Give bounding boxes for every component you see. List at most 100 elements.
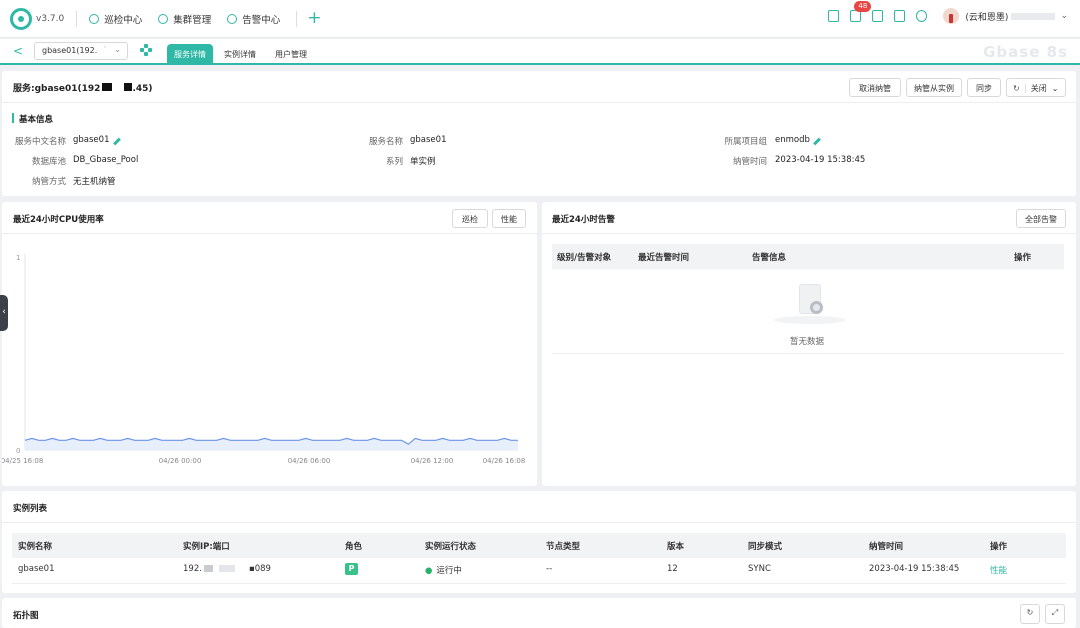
chevron-down-icon: ⌄ — [1051, 84, 1059, 93]
column-header: 操作 — [1014, 253, 1032, 263]
username[interactable]: (云和恩墨) — [965, 10, 1008, 23]
topology-panel: 拓扑图 ↻ ⤢ — [2, 598, 1076, 628]
instance-list-panel: 实例列表 实例名称 实例IP:端口 角色 实例运行状态 节点类型 版本 同步模式… — [2, 491, 1076, 593]
right-toolbar: 48 (云和恩墨) ⌄ — [817, 1, 1068, 24]
app-version: v3.7.0 — [36, 13, 65, 24]
ip-prefix: 192. — [183, 564, 202, 574]
divider — [552, 353, 1064, 354]
column-header: 最近告警时间 — [638, 253, 690, 263]
column-header: 角色 — [345, 542, 363, 552]
nav-alarm-center[interactable]: 告警中心 — [227, 12, 280, 26]
field-label: 数据库池 — [31, 157, 66, 167]
user-avatar[interactable] — [943, 8, 960, 24]
username-redacted — [1011, 12, 1056, 20]
document-icon[interactable] — [828, 10, 840, 22]
tab-service-details[interactable]: 服务详情 — [167, 44, 213, 65]
cpu-usage-panel: 最近24小时CPU使用率 巡检 性能 01 04/25 16:08 04/26 0… — [2, 202, 537, 486]
all-alarms-button[interactable]: 全部告警 — [1016, 209, 1066, 228]
field-label: 纳管时间 — [732, 157, 767, 167]
service-title: 服务:gbase01(192 .45) — [13, 81, 153, 94]
column-header: 实例名称 — [18, 542, 53, 552]
tab-instance-details[interactable]: 实例详情 — [217, 44, 263, 65]
redacted-block — [102, 83, 113, 91]
managed-time: 2023-04-19 15:38:45 — [775, 155, 866, 165]
service-title-text: 服务:gbase01(192 — [13, 84, 101, 94]
cancel-manage-button[interactable]: 取消纳管 — [849, 78, 901, 97]
close-dropdown[interactable]: ↻ 关闭 ⌄ — [1006, 78, 1066, 97]
monitor-icon[interactable] — [894, 10, 906, 22]
service-cn-name: gbase01 — [73, 135, 110, 145]
nav-label: 巡检中心 — [104, 14, 143, 26]
role-badge: P — [345, 563, 358, 575]
nav-inspection-center[interactable]: 巡检中心 — [89, 12, 142, 26]
manage-mode: 无主机纳管 — [73, 177, 116, 187]
tab-user-management[interactable]: 用户管理 — [268, 44, 314, 65]
instance-name: gbase01 — [18, 564, 55, 574]
managed-time: 2023-04-19 15:38:45 — [869, 564, 960, 574]
column-header: 告警信息 — [752, 253, 787, 263]
nav-label: 集群管理 — [173, 14, 212, 26]
empty-state-illustration — [774, 280, 846, 326]
divider — [2, 102, 1076, 103]
project-group: enmodb — [775, 135, 810, 145]
column-header: 操作 — [990, 542, 1008, 552]
instance-ip: 192. ▪089 — [183, 564, 271, 574]
node-dot — [148, 48, 152, 52]
service-select-value: gbase01(192. — [42, 46, 98, 55]
series: 单实例 — [410, 157, 436, 167]
sync-button[interactable]: 同步 — [967, 78, 1001, 97]
instance-list-title: 实例列表 — [13, 504, 48, 514]
performance-link[interactable]: 性能 — [990, 564, 1007, 576]
magnifier-icon — [810, 301, 823, 314]
manage-from-instance-button[interactable]: 纳管从实例 — [906, 78, 962, 97]
divider — [2, 522, 1076, 523]
alarm-panel-title: 最近24小时告警 — [552, 215, 615, 225]
nav-cluster-management[interactable]: 集群管理 — [158, 12, 211, 26]
x-tick-label: 04/26 00:00 — [159, 457, 202, 465]
field-label: 纳管方式 — [31, 177, 66, 187]
service-select[interactable]: gbase01(192. ˋ ⌄ — [34, 42, 128, 60]
settings-icon[interactable] — [916, 10, 928, 22]
divider — [12, 583, 1066, 584]
table-row[interactable]: gbase01 192. ▪089 P ● 运行中 -- 12 SYNC 2023-… — [12, 559, 1066, 583]
chevron-down-icon[interactable]: ⌄ — [1060, 11, 1068, 21]
y-tick-label: 0 — [16, 447, 20, 455]
cluster-icon — [158, 13, 169, 24]
redacted-block — [218, 565, 235, 572]
instance-table-header — [12, 533, 1066, 558]
divider — [76, 10, 78, 27]
field-label: 服务中文名称 — [14, 137, 66, 147]
x-tick-label: 04/25 16:08 — [2, 457, 43, 465]
x-tick-label: 04/26 12:00 — [411, 457, 454, 465]
column-header: 实例运行状态 — [425, 542, 477, 552]
section-marker — [12, 113, 14, 123]
edit-icon[interactable] — [813, 137, 821, 146]
task-icon[interactable] — [872, 10, 884, 22]
add-tab-button[interactable]: + — [307, 10, 321, 27]
column-header: 级别/告警对象 — [557, 253, 612, 263]
alarm-panel: 最近24小时告警 全部告警 级别/告警对象 最近告警时间 告警信息 操作 暂无数… — [542, 202, 1076, 486]
cpu-line-chart: 0 1 04/25 16:08 04/26 00:00 04/26 06:00 04/2… — [2, 254, 525, 465]
notification-icon[interactable]: 48 — [850, 1, 872, 22]
sync-mode: SYNC — [748, 564, 771, 574]
app-logo[interactable] — [10, 7, 32, 30]
x-tick-label: 04/26 06:00 — [288, 457, 331, 465]
field-label: 系列 — [385, 157, 403, 167]
divider — [542, 233, 1076, 234]
edit-icon[interactable] — [113, 137, 121, 146]
y-tick-label: 1 — [16, 254, 20, 262]
series-group — [24, 437, 518, 450]
select-marker: ˋ — [103, 46, 108, 54]
alarm-table-header — [552, 244, 1064, 269]
topology-icon[interactable] — [140, 44, 152, 56]
top-navbar: v3.7.0 巡检中心 集群管理 告警中心 + 48 (云和恩墨) ⌄ — [0, 0, 1080, 38]
sidebar-collapse-handle[interactable]: ‹ — [0, 295, 8, 331]
back-arrow-icon[interactable]: < — [13, 44, 23, 58]
service-name: gbase01 — [410, 135, 447, 145]
notification-badge: 48 — [854, 1, 872, 12]
service-title-suffix: .45) — [132, 84, 153, 94]
inspection-icon — [89, 13, 100, 24]
refresh-icon[interactable]: ↻ — [1020, 604, 1040, 624]
divider — [1024, 84, 1026, 93]
fullscreen-icon[interactable]: ⤢ — [1045, 604, 1065, 624]
